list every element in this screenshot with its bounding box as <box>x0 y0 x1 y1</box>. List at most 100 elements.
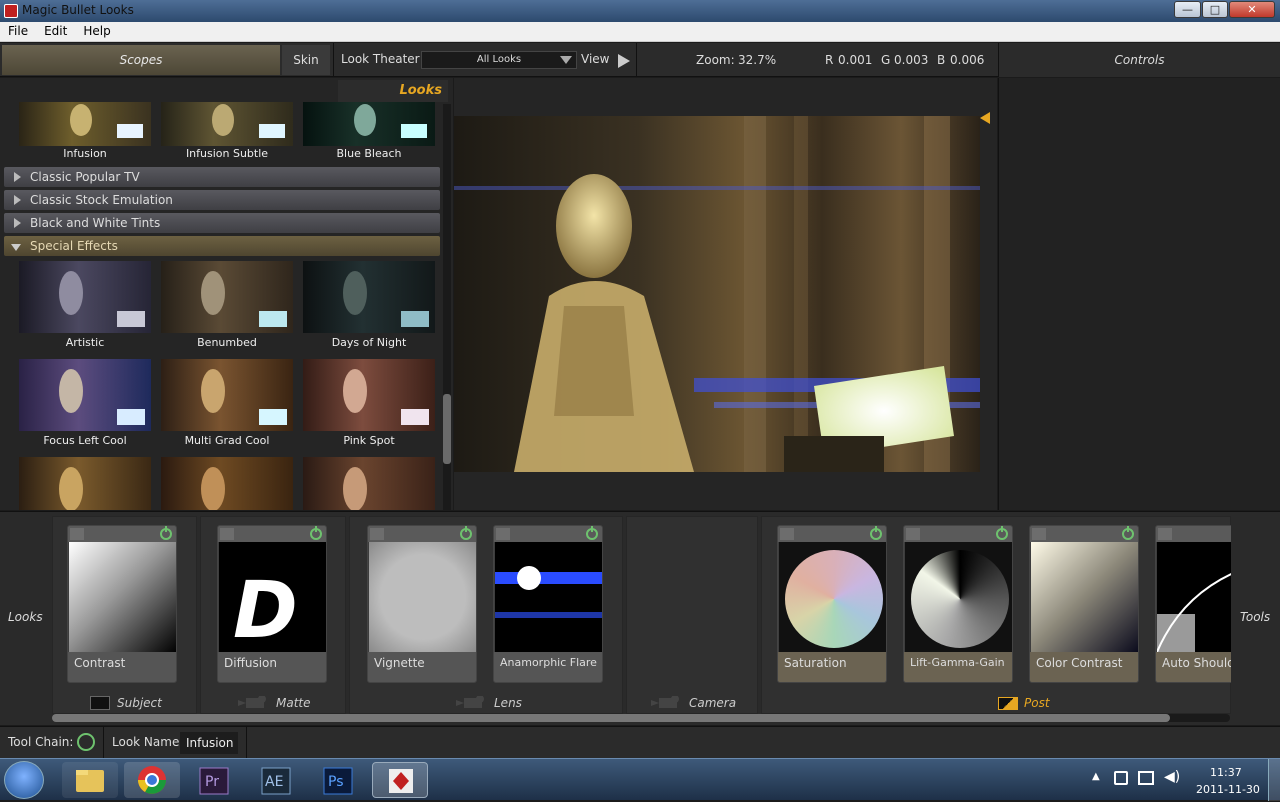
action-center-icon[interactable] <box>1114 771 1128 785</box>
look-thumbnail[interactable] <box>19 102 151 146</box>
looks-side-label: Looks <box>8 610 43 624</box>
tool-handle[interactable] <box>1158 528 1172 540</box>
looks-panel-title: Looks <box>338 80 448 102</box>
network-icon[interactable] <box>1138 771 1154 785</box>
look-thumbnail[interactable] <box>303 359 435 431</box>
look-label: Multi Grad Cool <box>184 434 270 447</box>
look-theater-dropdown[interactable]: All Looks <box>421 51 577 69</box>
look-thumbnail[interactable] <box>303 102 435 146</box>
tool-color-contrast[interactable]: Color Contrast <box>1029 525 1139 683</box>
look-name-value[interactable]: Infusion <box>180 732 238 754</box>
clock-time[interactable]: 11:37 <box>1210 766 1242 779</box>
tool-lift-gamma-gain[interactable]: Lift-Gamma-Gain <box>903 525 1013 683</box>
looks-browser: Looks Infusion Infusion Subtle Blue Blea… <box>0 78 453 510</box>
power-icon[interactable] <box>310 526 322 540</box>
tool-auto-shoulder[interactable]: Auto Should <box>1155 525 1231 683</box>
look-thumbnail[interactable] <box>19 359 151 431</box>
viewer-corner-marker-icon[interactable] <box>980 112 992 124</box>
looks-scrollbar-thumb[interactable] <box>443 394 451 464</box>
title-bar: Magic Bullet Looks — □ ✕ <box>0 0 1280 22</box>
menu-help[interactable]: Help <box>75 22 118 38</box>
power-icon[interactable] <box>586 526 598 540</box>
play-icon[interactable] <box>614 51 634 71</box>
tab-skin[interactable]: Skin <box>282 45 330 75</box>
tool-handle[interactable] <box>496 528 510 540</box>
category-special-effects[interactable]: Special Effects <box>4 236 440 256</box>
tool-contrast[interactable]: Contrast <box>67 525 177 683</box>
show-desktop-button[interactable] <box>1268 759 1280 801</box>
chevron-right-icon <box>14 218 21 228</box>
tool-header <box>368 526 476 542</box>
taskbar-chrome[interactable] <box>124 762 180 798</box>
volume-icon[interactable]: ◀) <box>1164 769 1180 785</box>
tool-vignette[interactable]: Vignette <box>367 525 477 683</box>
tool-preview <box>779 542 886 652</box>
window-title: Magic Bullet Looks <box>22 3 134 17</box>
camera-icon <box>238 695 272 710</box>
power-icon[interactable] <box>160 526 172 540</box>
power-icon[interactable] <box>996 526 1008 540</box>
group-label-subject: Subject <box>117 696 162 710</box>
taskbar-magic-bullet-looks[interactable] <box>372 762 428 798</box>
chevron-down-icon <box>560 56 572 64</box>
tool-handle[interactable] <box>70 528 84 540</box>
menu-file[interactable]: File <box>0 22 36 38</box>
chevron-right-icon <box>14 172 21 182</box>
look-thumbnail[interactable] <box>161 261 293 333</box>
start-button[interactable] <box>4 761 44 799</box>
controls-panel <box>998 78 1280 510</box>
close-button[interactable]: ✕ <box>1229 1 1275 18</box>
category-black-and-white-tints[interactable]: Black and White Tints <box>4 213 440 233</box>
tool-handle[interactable] <box>370 528 384 540</box>
tool-handle[interactable] <box>906 528 920 540</box>
tools-side-label[interactable]: Tools <box>1240 610 1270 624</box>
power-icon[interactable] <box>460 526 472 540</box>
minimize-button[interactable]: — <box>1174 1 1201 18</box>
look-thumbnail[interactable] <box>161 457 293 510</box>
tool-header <box>218 526 326 542</box>
category-classic-popular-tv[interactable]: Classic Popular TV <box>4 167 440 187</box>
look-thumbnail[interactable] <box>161 102 293 146</box>
tool-name: Auto Should <box>1156 652 1231 682</box>
category-classic-stock-emulation[interactable]: Classic Stock Emulation <box>4 190 440 210</box>
tool-handle[interactable] <box>780 528 794 540</box>
tool-auto-shoulder-clip: Auto Should <box>1155 525 1231 683</box>
power-icon[interactable] <box>870 526 882 540</box>
tool-handle[interactable] <box>1032 528 1046 540</box>
clock-date[interactable]: 2011-11-30 <box>1196 783 1260 796</box>
maximize-button[interactable]: □ <box>1202 1 1228 18</box>
look-label: Benumbed <box>197 336 257 349</box>
tool-header <box>778 526 886 542</box>
taskbar-after-effects[interactable]: AE <box>248 762 304 798</box>
preview-viewer <box>454 78 997 510</box>
tool-handle[interactable] <box>220 528 234 540</box>
tool-saturation[interactable]: Saturation <box>777 525 887 683</box>
tool-chain-scrollbar-thumb[interactable] <box>52 714 1170 722</box>
taskbar-photoshop[interactable]: Ps <box>310 762 366 798</box>
tab-controls[interactable]: Controls <box>998 43 1280 77</box>
tool-diffusion[interactable]: D Diffusion <box>217 525 327 683</box>
category-label: Classic Stock Emulation <box>30 193 173 207</box>
tab-scopes[interactable]: Scopes <box>2 45 280 75</box>
zoom-value: 32.7% <box>738 53 777 67</box>
category-label: Black and White Tints <box>30 216 161 230</box>
look-thumbnail[interactable] <box>303 457 435 510</box>
taskbar-explorer[interactable] <box>62 762 118 798</box>
tool-name: Saturation <box>778 652 886 682</box>
taskbar-premiere[interactable]: Pr <box>186 762 242 798</box>
menu-edit[interactable]: Edit <box>36 22 75 38</box>
look-thumbnail[interactable] <box>161 359 293 431</box>
tool-preview <box>1157 542 1231 652</box>
look-thumbnail[interactable] <box>19 457 151 510</box>
tool-chain-power-icon[interactable] <box>77 733 95 751</box>
diffusion-letter: D <box>233 566 298 652</box>
look-thumbnail[interactable] <box>303 261 435 333</box>
tool-anamorphic-flare[interactable]: Anamorphic Flare <box>493 525 603 683</box>
app-icon <box>4 4 18 18</box>
power-icon[interactable] <box>1122 526 1134 540</box>
tray-expand-icon[interactable]: ▲ <box>1092 771 1100 782</box>
look-label: Infusion Subtle <box>185 147 269 160</box>
look-thumbnail[interactable] <box>19 261 151 333</box>
tool-header <box>904 526 1012 542</box>
divider <box>636 43 637 77</box>
